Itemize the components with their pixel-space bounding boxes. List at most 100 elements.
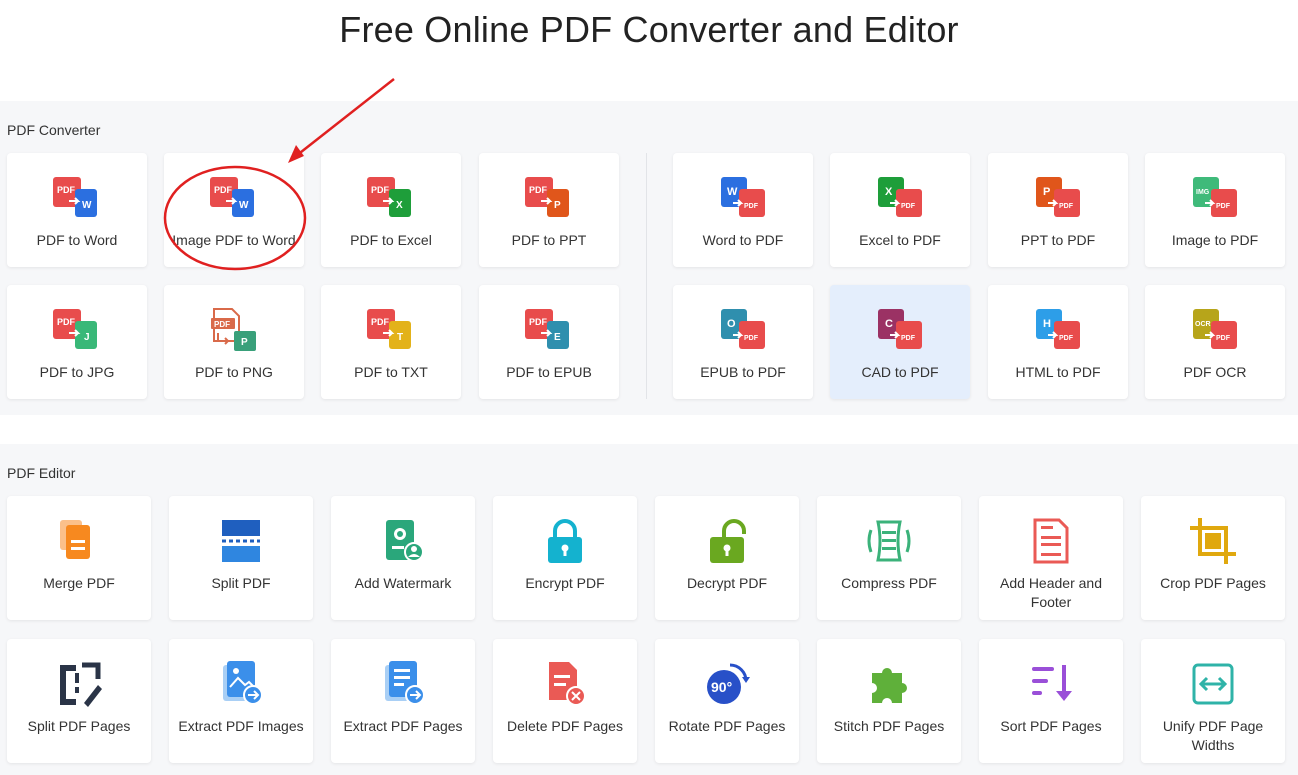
tool-label: Image PDF to Word [172,232,296,248]
tool-stitch-pdf-pages[interactable]: Stitch PDF Pages [817,639,961,763]
tool-label: Crop PDF Pages [1160,575,1266,591]
tool-html-to-pdf[interactable]: H PDF HTML to PDF [988,285,1128,399]
pdf-editor-section: PDF Editor Merge PDF Split PDF Add Water… [0,444,1298,775]
svg-text:P: P [1043,186,1050,198]
epub-to-pdf-icon: O PDF [721,309,765,349]
word-to-pdf-icon: W PDF [721,177,765,217]
tool-word-to-pdf[interactable]: W PDF Word to PDF [673,153,813,267]
image-to-pdf-icon: IMG PDF [1193,177,1237,217]
tool-decrypt-pdf[interactable]: Decrypt PDF [655,496,799,620]
svg-text:OCR: OCR [1195,321,1211,328]
ppt-to-pdf-icon: P PDF [1036,177,1080,217]
tool-image-to-pdf[interactable]: IMG PDF Image to PDF [1145,153,1285,267]
sort-icon [1032,665,1072,701]
tool-cad-to-pdf[interactable]: C PDF CAD to PDF [830,285,970,399]
tool-extract-pdf-pages[interactable]: Extract PDF Pages [331,639,475,763]
svg-text:W: W [82,200,92,211]
tool-add-header-footer[interactable]: Add Header and Footer [979,496,1123,620]
tool-label: PDF to Word [36,232,118,248]
tool-ppt-to-pdf[interactable]: P PDF PPT to PDF [988,153,1128,267]
svg-text:X: X [396,200,403,211]
tool-pdf-ocr[interactable]: OCR PDF PDF OCR [1145,285,1285,399]
tool-label: PDF to PPT [511,232,587,248]
tool-unify-pdf-page-widths[interactable]: Unify PDF Page Widths [1141,639,1285,763]
pdf-to-txt-icon: PDF T [367,309,411,349]
svg-text:PDF: PDF [57,317,76,327]
tool-add-watermark[interactable]: Add Watermark [331,496,475,620]
tool-label: Delete PDF Pages [507,718,623,734]
tool-crop-pdf-pages[interactable]: Crop PDF Pages [1141,496,1285,620]
svg-text:PDF: PDF [901,335,916,342]
tool-image-pdf-to-word[interactable]: PDF W Image PDF to Word [164,153,304,267]
tool-epub-to-pdf[interactable]: O PDF EPUB to PDF [673,285,813,399]
split-pages-icon [60,662,102,707]
tool-label: PPT to PDF [1020,232,1096,248]
svg-text:PDF: PDF [901,203,916,210]
svg-text:PDF: PDF [214,320,230,329]
tool-label: Extract PDF Images [178,718,304,734]
unlock-icon [710,519,746,563]
tool-excel-to-pdf[interactable]: X PDF Excel to PDF [830,153,970,267]
tool-label: Encrypt PDF [525,575,605,591]
tool-label: Add Header and Footer [1000,575,1102,610]
svg-text:C: C [885,318,893,330]
tool-delete-pdf-pages[interactable]: Delete PDF Pages [493,639,637,763]
tool-extract-pdf-images[interactable]: Extract PDF Images [169,639,313,763]
tool-label: PDF to PNG [195,364,273,380]
tool-split-pdf-pages[interactable]: Split PDF Pages [7,639,151,763]
tool-pdf-to-excel[interactable]: PDF X PDF to Excel [321,153,461,267]
tool-label: Stitch PDF Pages [833,718,945,734]
pdf-converter-section: PDF Converter PDF W PDF to Word PDF W Im… [0,101,1298,415]
tool-pdf-to-epub[interactable]: PDF E PDF to EPUB [479,285,619,399]
tool-pdf-to-ppt[interactable]: PDF P PDF to PPT [479,153,619,267]
lock-icon [548,519,582,563]
split-pdf-icon [222,520,260,562]
cad-to-pdf-icon: C PDF [878,309,922,349]
tool-pdf-to-word[interactable]: PDF W PDF to Word [7,153,147,267]
tool-rotate-pdf-pages[interactable]: 90° Rotate PDF Pages [655,639,799,763]
tool-label: Split PDF Pages [27,718,131,734]
svg-text:PDF: PDF [1059,335,1074,342]
pdf-ocr-icon: OCR PDF [1193,309,1237,349]
tool-pdf-to-jpg[interactable]: PDF J PDF to JPG [7,285,147,399]
tool-encrypt-pdf[interactable]: Encrypt PDF [493,496,637,620]
tool-pdf-to-txt[interactable]: PDF T PDF to TXT [321,285,461,399]
extract-images-icon [223,661,263,705]
svg-text:PDF: PDF [744,203,759,210]
tool-compress-pdf[interactable]: Compress PDF [817,496,961,620]
tool-label: Extract PDF Pages [343,718,463,734]
crop-icon [1190,518,1236,564]
svg-text:PDF: PDF [1216,203,1231,210]
watermark-icon [386,520,424,562]
pdf-to-jpg-icon: PDF J [53,309,97,349]
svg-text:X: X [885,186,893,198]
svg-text:PDF: PDF [1216,335,1231,342]
svg-text:W: W [239,200,249,211]
svg-text:PDF: PDF [529,185,548,195]
rotate-icon: 90° [707,663,750,704]
svg-text:PDF: PDF [529,317,548,327]
extract-pages-icon [385,661,425,705]
svg-text:O: O [727,318,736,330]
tool-merge-pdf[interactable]: Merge PDF [7,496,151,620]
section-title-editor: PDF Editor [7,465,76,481]
tool-split-pdf[interactable]: Split PDF [169,496,313,620]
svg-text:H: H [1043,318,1051,330]
svg-text:IMG: IMG [1196,189,1210,196]
tool-label: Add Watermark [354,575,452,591]
svg-text:PDF: PDF [371,185,390,195]
svg-text:P: P [554,200,561,211]
tool-label: Decrypt PDF [686,575,768,591]
tool-pdf-to-png[interactable]: PDF P PDF to PNG [164,285,304,399]
tool-label: Compress PDF [841,575,937,591]
tool-label: PDF to EPUB [506,364,592,380]
tool-label: PDF to Excel [350,232,432,248]
tool-label: PDF OCR [1183,364,1247,380]
puzzle-icon [872,667,907,703]
svg-text:PDF: PDF [1059,203,1074,210]
compress-icon [867,520,911,562]
svg-text:W: W [727,186,738,198]
pdf-to-png-icon: PDF P [211,308,256,351]
tool-sort-pdf-pages[interactable]: Sort PDF Pages [979,639,1123,763]
tool-label: Sort PDF Pages [1000,718,1102,734]
